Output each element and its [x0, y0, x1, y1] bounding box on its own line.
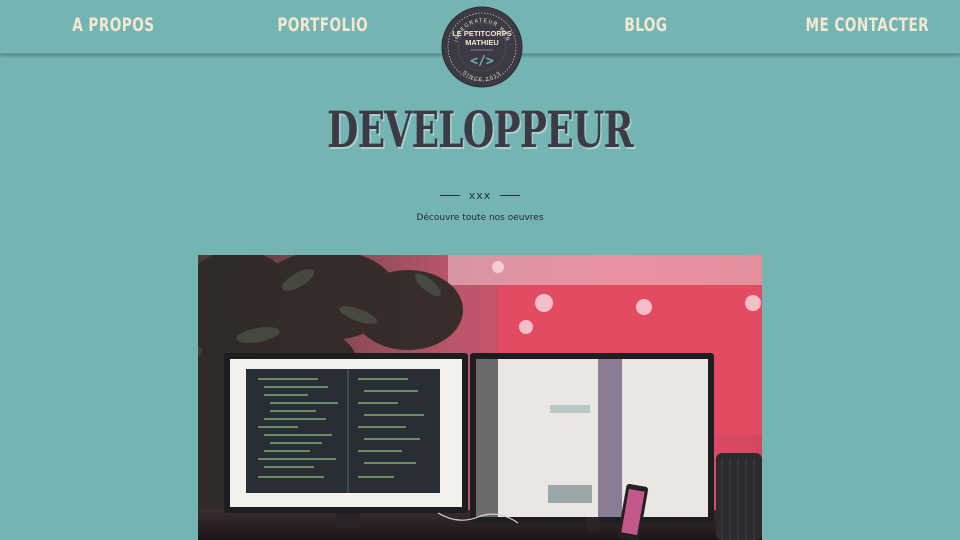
title-divider: xxx — [0, 185, 960, 205]
code-brackets-icon: </> — [470, 54, 494, 69]
nav-link-portfolio[interactable]: PORTFOLIO — [277, 14, 368, 36]
hero-photo-workstation — [198, 255, 762, 540]
divider-rule-left — [439, 194, 460, 196]
divider-text: xxx — [468, 188, 492, 202]
logo-badge[interactable]: INTEGRATEUR WEB SINCE 2013 LE PETITCORPS… — [441, 0, 523, 95]
nav-link-a-propos[interactable]: A PROPOS — [72, 14, 154, 36]
badge-name-line1: LE PETITCORPS — [452, 29, 512, 38]
page-title: DEVELOPPEUR — [327, 100, 633, 159]
badge-name-line2: MATHIEU — [465, 38, 499, 47]
page-subtitle: Découvre toute nos oeuvres — [416, 213, 544, 223]
nav-link-me-contacter[interactable]: ME CONTACTER — [805, 14, 929, 36]
logo-badge-circle: INTEGRATEUR WEB SINCE 2013 — [441, 6, 523, 88]
badge-name: LE PETITCORPS MATHIEU — [441, 29, 523, 47]
nav-link-blog[interactable]: BLOG — [624, 14, 667, 36]
divider-rule-right — [500, 194, 521, 196]
